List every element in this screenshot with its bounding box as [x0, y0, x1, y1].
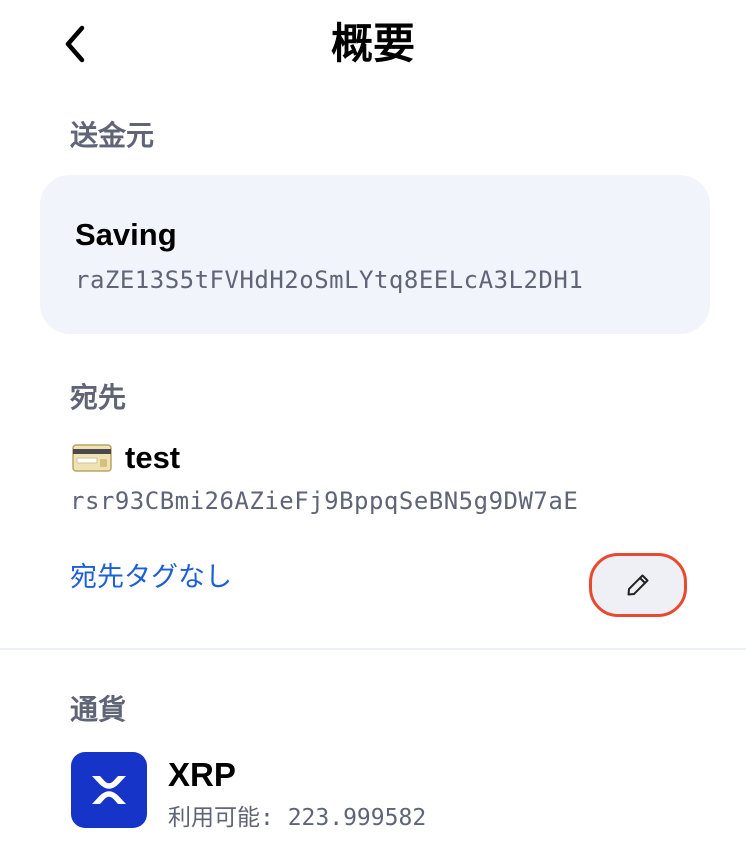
- header: 概要: [0, 0, 746, 90]
- currency-section-label: 通貨: [70, 693, 127, 726]
- from-account-card: Saving raZE13S5tFVHdH2oSmLYtq8EELcA3L2DH…: [40, 175, 710, 334]
- from-section-label: 送金元: [70, 119, 155, 152]
- recipient-row: test: [72, 440, 180, 476]
- pencil-icon: [627, 574, 649, 596]
- destination-tag-link[interactable]: 宛先タグなし: [70, 555, 232, 594]
- from-account-address: raZE13S5tFVHdH2oSmLYtq8EELcA3L2DH1: [75, 266, 584, 294]
- currency-name: XRP: [168, 756, 236, 793]
- credit-card-icon: [72, 444, 112, 472]
- xrp-logo-icon: [71, 752, 147, 828]
- page-title: 概要: [330, 19, 415, 68]
- currency-available-balance: 利用可能: 223.999582: [168, 805, 427, 831]
- recipient-address: rsr93CBmi26AZieFj9BppqSeBN5g9DW7aE: [70, 487, 579, 515]
- to-section-label: 宛先: [70, 381, 127, 414]
- from-account-name: Saving: [75, 217, 177, 252]
- section-divider: [0, 648, 746, 650]
- edit-destination-tag-button[interactable]: [589, 553, 687, 617]
- recipient-name: test: [125, 440, 181, 475]
